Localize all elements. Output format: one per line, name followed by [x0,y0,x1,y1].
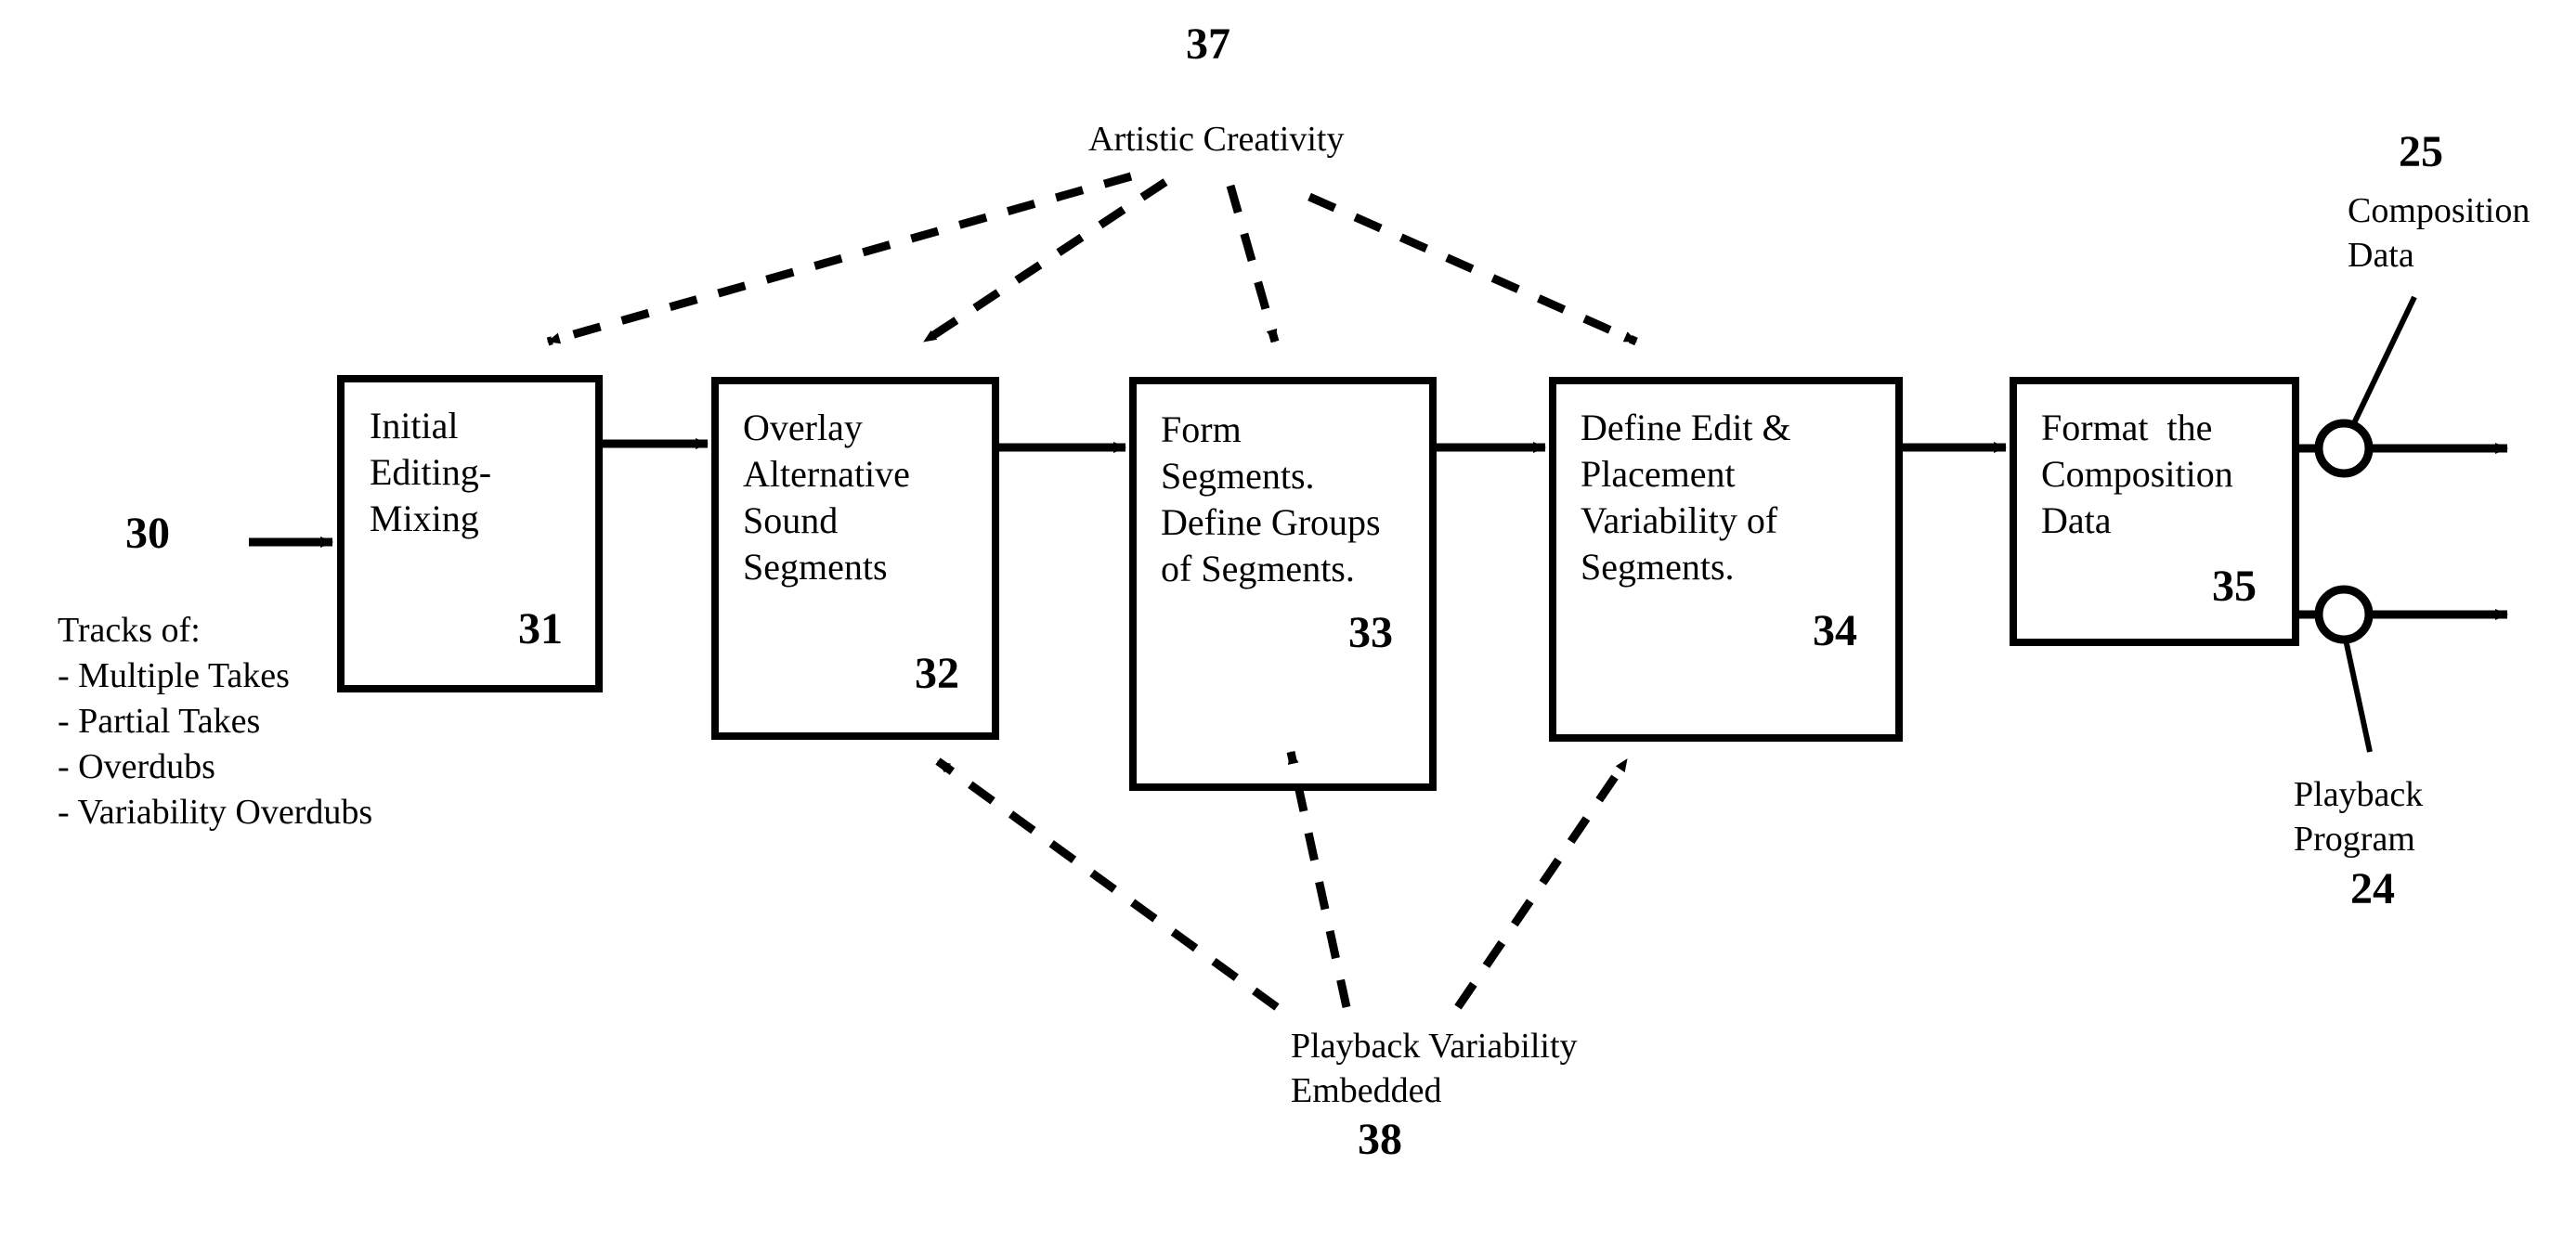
output-node-25 [2314,419,2374,478]
box-31-line-0: Initial [370,405,459,446]
artistic-creativity-label: Artistic Creativity [1088,120,1345,159]
box-32-line-1: Alternative [743,453,910,495]
box-32-ref: 32 [915,649,959,698]
box-31-ref: 31 [518,604,563,653]
output-25-line-0: Composition [2348,191,2530,230]
box-34-ref: 34 [1813,606,1857,655]
output-node-24 [2314,585,2374,644]
box-35-ref: 35 [2212,562,2257,611]
box-31-line-2: Mixing [370,498,479,539]
box-32-line-0: Overlay [743,407,863,448]
ref-number-25: 25 [2399,127,2443,176]
diagram-vector-layer [249,172,2508,1011]
box-35-line-2: Data [2041,499,2112,541]
patent-figure-canvas: 37 Artistic Creativity 30 Tracks of: - M… [0,0,2576,1242]
box-33-ref: 33 [1348,608,1393,657]
dashed-arrow-38-to-32 [935,757,1280,1011]
box-34-line-0: Define Edit & [1581,407,1791,448]
box-34-line-1: Placement [1581,453,1736,495]
box-32-line-2: Sound [743,499,839,541]
box-31-line-1: Editing- [370,451,492,493]
ref-number-38: 38 [1358,1115,1402,1164]
output-25-line-1: Data [2348,236,2414,275]
input-track-item-0: - Multiple Takes [58,656,290,695]
dashed-arrow-37-to-34 [1308,192,1638,346]
output-24-line-1: Program [2294,820,2415,859]
box-33-line-3: of Segments. [1161,548,1355,589]
output-24-line-0: Playback [2294,775,2424,814]
playback-variability-line-0: Playback Variability [1291,1027,1578,1066]
box-33-line-2: Define Groups [1161,501,1381,543]
ref-number-24: 24 [2350,864,2395,913]
input-track-item-1: - Partial Takes [58,702,261,741]
box-34-line-3: Segments. [1581,546,1735,588]
leader-line-24 [2343,639,2373,753]
dashed-arrow-37-to-33 [1226,184,1280,343]
box-33-line-0: Form [1161,408,1242,450]
input-tracks-heading: Tracks of: [58,611,201,650]
box-35-line-0: Format the [2041,407,2213,448]
dashed-arrow-38-to-34 [1454,757,1631,1010]
box-35-line-1: Composition [2041,453,2233,495]
box-32-line-3: Segments [743,546,888,588]
dashed-arrow-37-to-31 [546,172,1133,346]
box-34-line-2: Variability of [1581,499,1778,541]
ref-number-37: 37 [1186,19,1230,69]
leader-line-25 [2350,295,2417,427]
ref-number-30: 30 [125,509,170,558]
input-track-item-2: - Overdubs [58,747,215,786]
playback-variability-line-1: Embedded [1291,1071,1442,1110]
dashed-arrow-37-to-32 [921,178,1168,345]
input-track-item-3: - Variability Overdubs [58,793,373,832]
box-33-line-1: Segments. [1161,455,1315,497]
